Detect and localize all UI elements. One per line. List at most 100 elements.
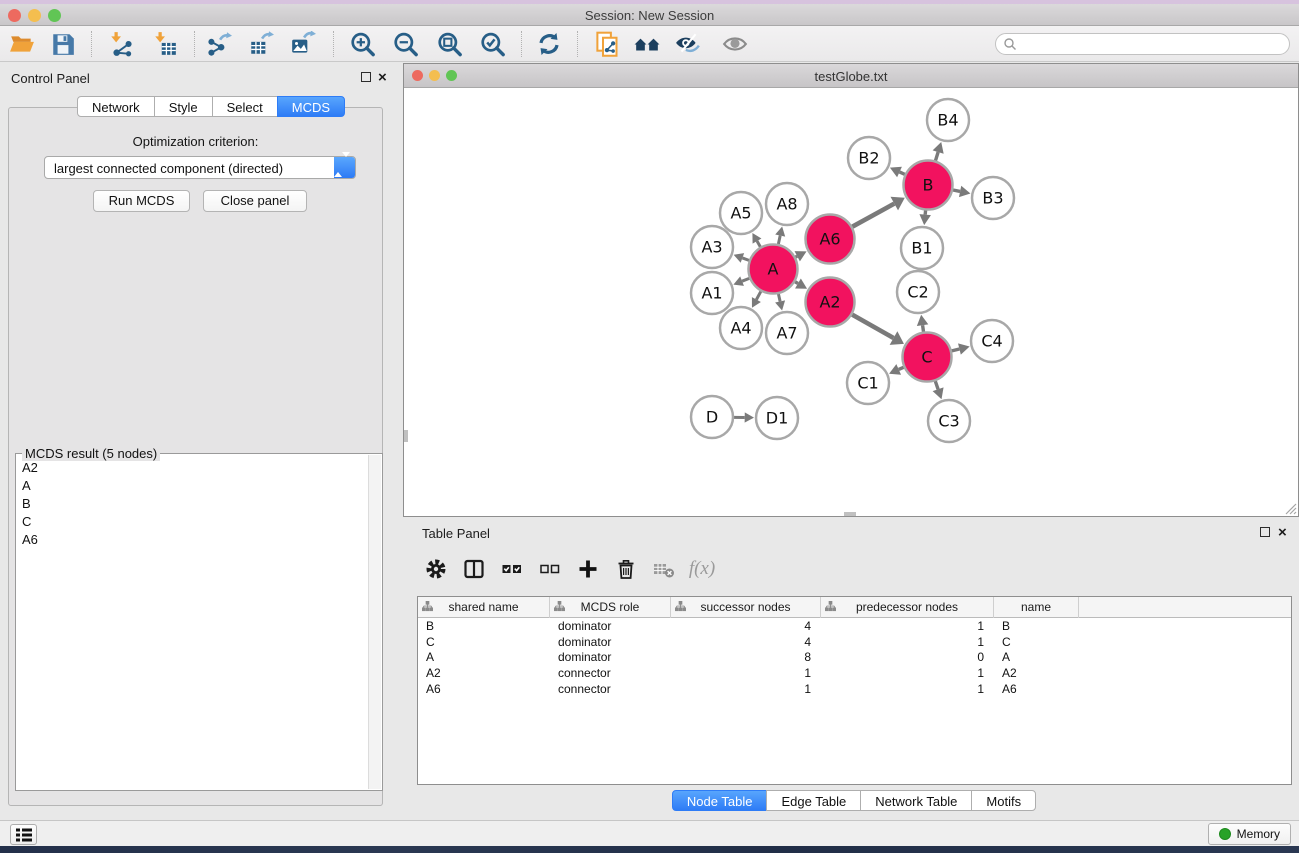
close-panel-button[interactable]: Close panel	[203, 190, 307, 212]
edge-arrowhead	[933, 142, 944, 154]
table-settings-button[interactable]	[417, 555, 455, 583]
close-table-panel-icon[interactable]: ×	[1278, 528, 1287, 538]
edge-C-C4[interactable]	[952, 349, 960, 351]
network-vertical-scrollbar[interactable]	[404, 430, 408, 442]
export-image-button[interactable]	[288, 29, 318, 59]
resize-grip-icon[interactable]	[1283, 501, 1297, 515]
edge-A-A7[interactable]	[778, 294, 780, 302]
memory-label: Memory	[1237, 827, 1280, 841]
export-network-button[interactable]	[204, 29, 234, 59]
delete-row-button[interactable]	[607, 555, 645, 583]
table-row[interactable]: A6connector11A6	[418, 681, 1291, 697]
tab-style[interactable]: Style	[154, 96, 213, 117]
column-header-mcds-role[interactable]: MCDS role	[550, 597, 671, 618]
table-row[interactable]: Adominator80A	[418, 649, 1291, 665]
open-file-button[interactable]	[7, 29, 37, 59]
edge-A-A1[interactable]	[742, 278, 749, 281]
tab-network[interactable]: Network	[77, 96, 155, 117]
network-window-title-bar[interactable]: testGlobe.txt	[404, 64, 1298, 88]
trash-icon	[614, 557, 638, 581]
edge-B-B2[interactable]	[899, 172, 904, 174]
tab-motifs[interactable]: Motifs	[971, 790, 1036, 811]
search-box[interactable]	[995, 33, 1290, 55]
home-button[interactable]	[632, 29, 662, 59]
cell-mcds-role: dominator	[550, 618, 671, 634]
show-columns-button[interactable]	[455, 555, 493, 583]
task-history-button[interactable]	[10, 824, 37, 845]
graph-node-label: B2	[858, 149, 879, 168]
search-input[interactable]	[1021, 37, 1271, 51]
edge-A2-C[interactable]	[852, 315, 893, 338]
toolbar-separator	[577, 31, 578, 57]
select-all-rows-button[interactable]	[493, 555, 531, 583]
dropdown-stepper-icon[interactable]	[334, 157, 355, 178]
table-row[interactable]: Bdominator41B	[418, 618, 1291, 634]
table-toolbar: f(x)	[417, 552, 721, 586]
export-table-button[interactable]	[246, 29, 276, 59]
edge-A-A8[interactable]	[778, 236, 780, 244]
clone-network-button[interactable]	[592, 29, 622, 59]
column-header-name[interactable]: name	[994, 597, 1079, 618]
cell-successor-nodes: 8	[671, 649, 821, 665]
edge-A6-B[interactable]	[852, 204, 894, 227]
column-header-successor-nodes[interactable]: successor nodes	[671, 597, 821, 618]
edge-B-B4[interactable]	[935, 152, 938, 161]
apply-function-button[interactable]: f(x)	[683, 555, 721, 583]
edge-A-A3[interactable]	[742, 258, 749, 260]
result-item[interactable]: A	[17, 476, 368, 494]
edge-A-A4[interactable]	[756, 291, 760, 299]
edge-C-C2[interactable]	[923, 325, 924, 332]
zoom-out-button[interactable]	[390, 29, 420, 59]
cell-predecessor-nodes: 1	[821, 681, 994, 697]
table-row[interactable]: Cdominator41C	[418, 634, 1291, 650]
cell-shared-name: C	[418, 634, 550, 650]
edge-A-A5[interactable]	[757, 241, 760, 247]
save-session-button[interactable]	[48, 29, 78, 59]
search-icon	[1003, 37, 1017, 51]
tab-edge-table[interactable]: Edge Table	[766, 790, 861, 811]
tab-network-table[interactable]: Network Table	[860, 790, 972, 811]
result-item[interactable]: A2	[17, 458, 368, 476]
hide-graphics-details-button[interactable]	[673, 29, 703, 59]
zoom-in-button[interactable]	[347, 29, 377, 59]
show-graphics-details-button[interactable]	[720, 29, 750, 59]
result-scrollbar[interactable]	[368, 455, 381, 789]
zoom-fit-button[interactable]	[434, 29, 464, 59]
cell-name: B	[994, 618, 1079, 634]
result-item[interactable]: B	[17, 494, 368, 512]
refresh-view-button[interactable]	[534, 29, 564, 59]
column-header-predecessor-nodes[interactable]: predecessor nodes	[821, 597, 994, 618]
deselect-all-rows-button[interactable]	[531, 555, 569, 583]
close-panel-icon[interactable]: ×	[378, 73, 387, 83]
import-table-button[interactable]	[150, 29, 180, 59]
tab-select[interactable]: Select	[212, 96, 278, 117]
result-item[interactable]: C	[17, 512, 368, 530]
export-image-icon	[290, 31, 316, 57]
edge-C-C1[interactable]	[899, 367, 904, 369]
edge-arrowhead	[775, 226, 785, 236]
float-panel-icon[interactable]	[361, 72, 371, 82]
clone-network-icon	[594, 31, 621, 58]
graph-node-label: A	[768, 260, 779, 279]
network-horizontal-scrollbar[interactable]	[844, 512, 856, 516]
edge-A-A2[interactable]	[795, 282, 798, 284]
edge-A-A6[interactable]	[796, 256, 798, 257]
tab-mcds[interactable]: MCDS	[277, 96, 345, 117]
edge-arrowhead	[745, 412, 754, 422]
tab-node-table[interactable]: Node Table	[672, 790, 768, 811]
zoom-selected-button[interactable]	[477, 29, 507, 59]
delete-table-button[interactable]	[645, 555, 683, 583]
edge-C-C3[interactable]	[935, 381, 938, 389]
add-row-button[interactable]	[569, 555, 607, 583]
float-table-panel-icon[interactable]	[1260, 527, 1270, 537]
result-item[interactable]: A6	[17, 530, 368, 548]
table-row[interactable]: A2connector11A2	[418, 665, 1291, 681]
network-graph[interactable]: B4B2BB3A8A5A6A3B1AC2A1A2A4A7C4CC1DD1C3	[404, 88, 1298, 516]
run-mcds-button[interactable]: Run MCDS	[93, 190, 190, 212]
criterion-dropdown[interactable]: largest connected component (directed)	[44, 156, 356, 179]
refresh-icon	[536, 31, 562, 57]
edge-B-B3[interactable]	[953, 190, 960, 191]
column-header-shared-name[interactable]: shared name	[418, 597, 550, 618]
import-network-button[interactable]	[106, 29, 136, 59]
memory-button[interactable]: Memory	[1208, 823, 1291, 845]
